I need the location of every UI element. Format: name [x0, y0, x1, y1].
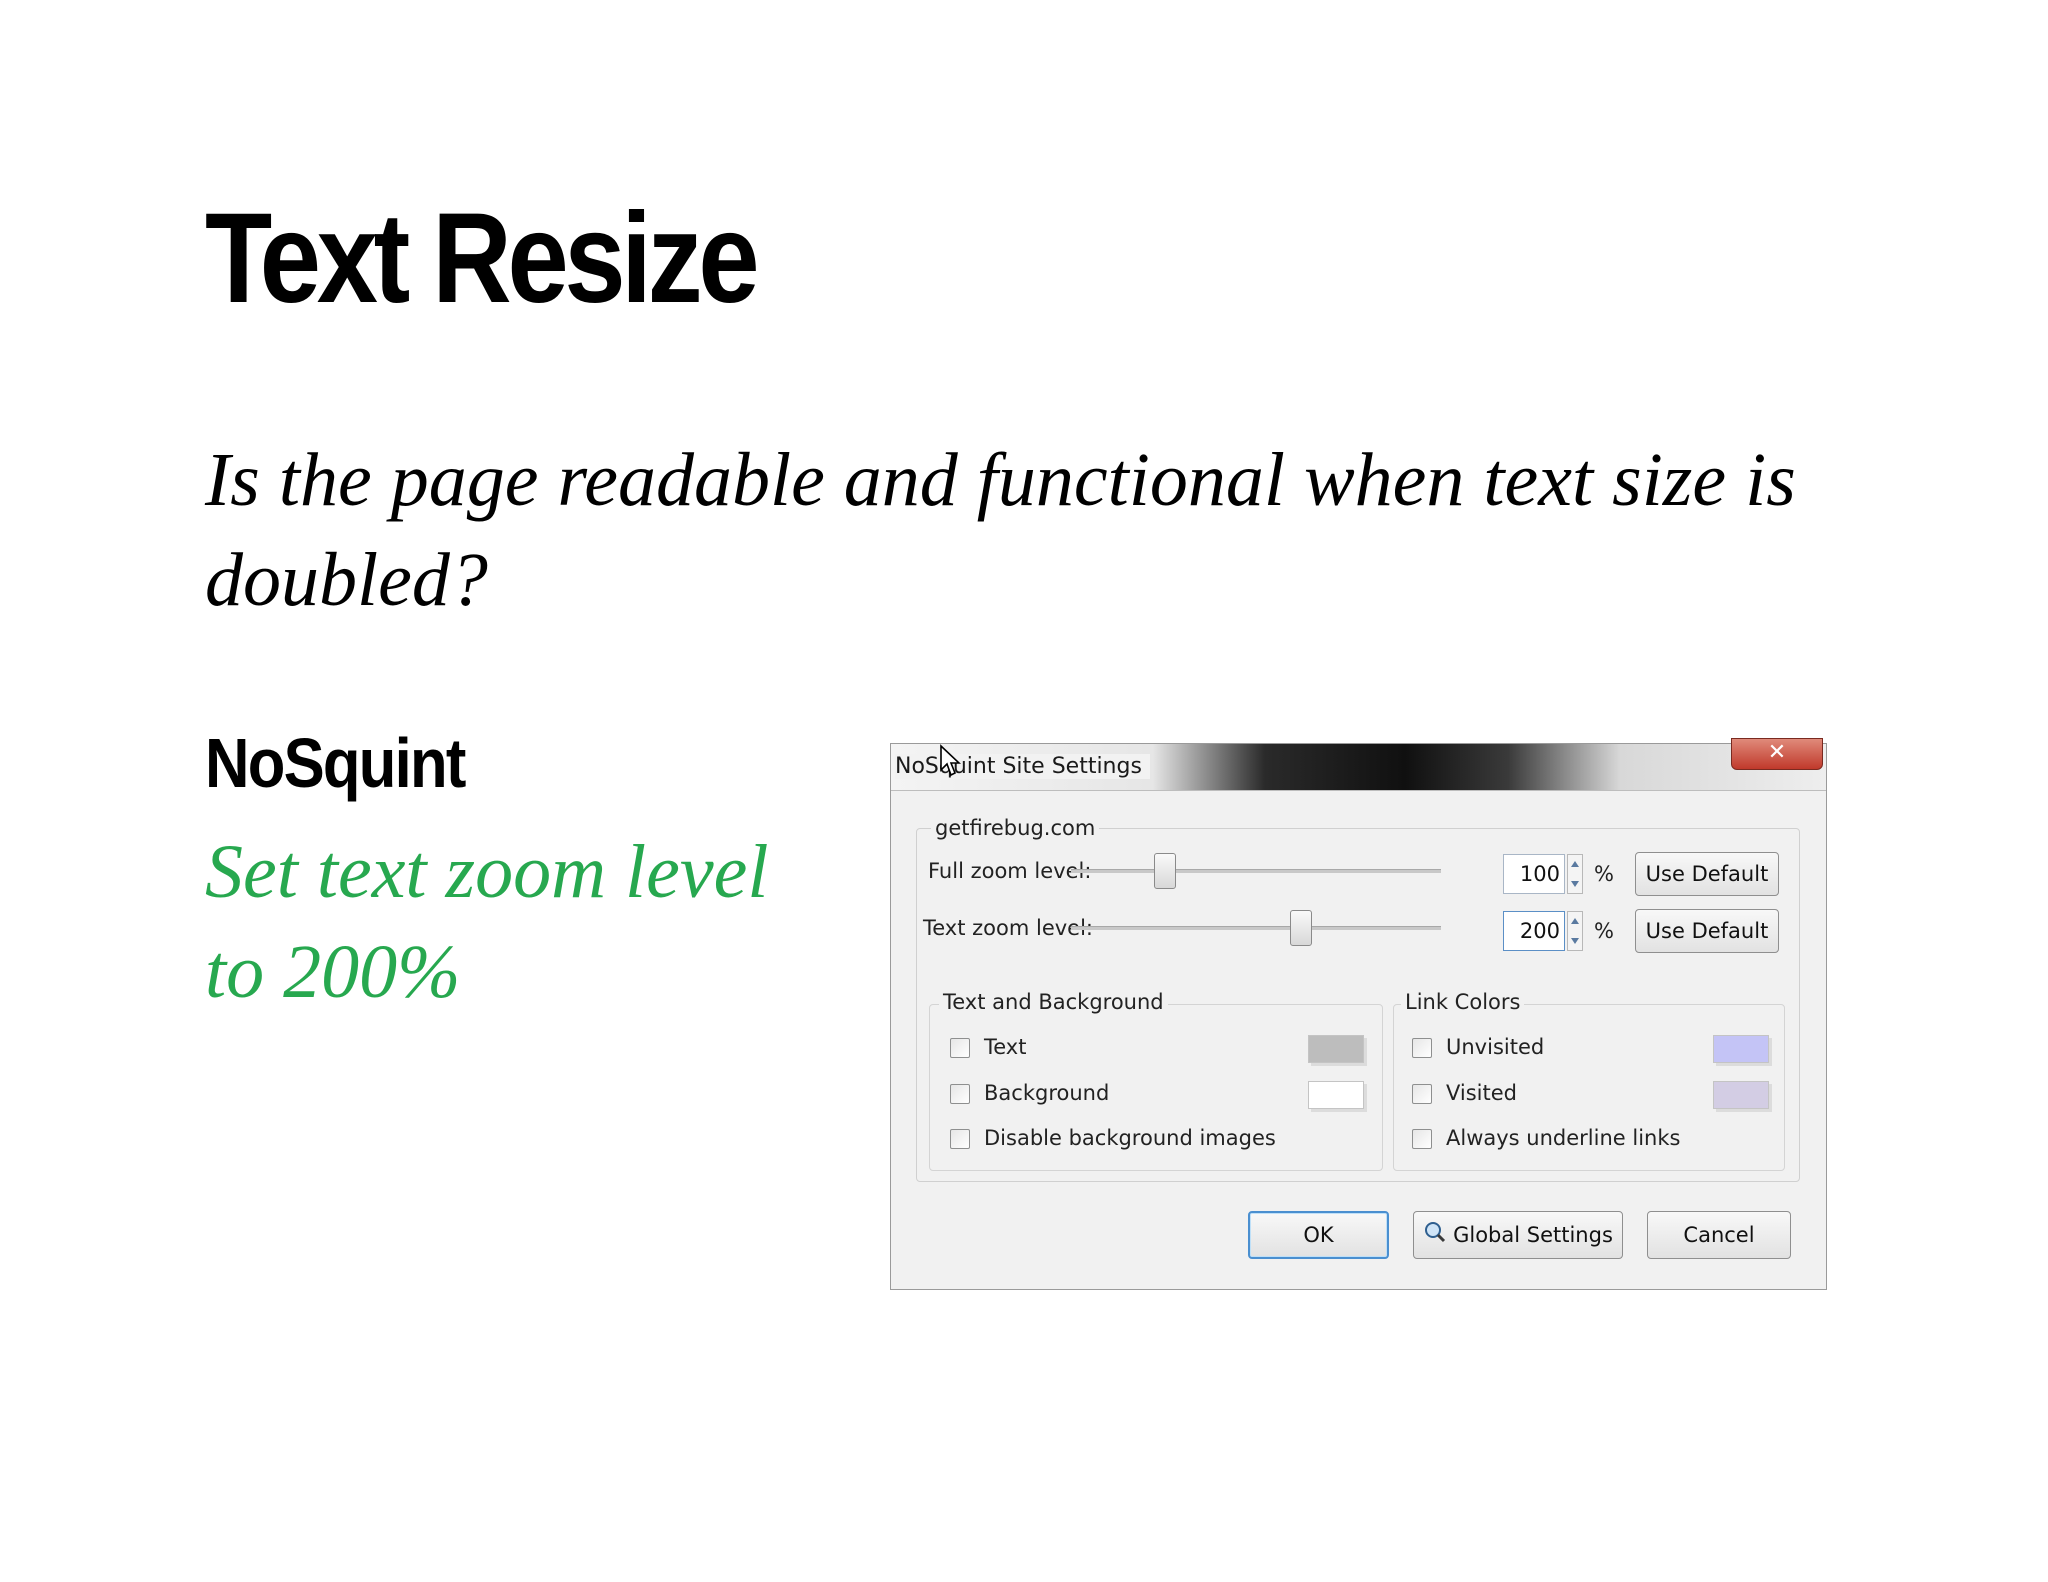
global-settings-button[interactable]: Global Settings [1413, 1211, 1623, 1259]
full-zoom-unit: % [1594, 862, 1614, 886]
text-zoom-spinner[interactable] [1567, 911, 1583, 951]
magnifier-icon [1425, 1222, 1446, 1243]
visited-link-color-swatch[interactable] [1713, 1081, 1769, 1109]
global-settings-label: Global Settings [1453, 1223, 1613, 1247]
text-color-label: Text [984, 1035, 1027, 1059]
text-zoom-slider-thumb[interactable] [1290, 910, 1313, 946]
tool-name: NoSquint [205, 724, 466, 802]
slide-title: Text Resize [205, 187, 760, 330]
site-domain: getfirebug.com [931, 816, 1100, 840]
unvisited-link-checkbox[interactable] [1412, 1038, 1432, 1058]
unvisited-link-label: Unvisited [1446, 1035, 1545, 1059]
visited-link-label: Visited [1446, 1081, 1517, 1105]
full-zoom-spinner[interactable] [1567, 854, 1583, 894]
disable-background-images-label: Disable background images [984, 1126, 1276, 1150]
cancel-button[interactable]: Cancel [1647, 1211, 1791, 1259]
always-underline-links-checkbox[interactable] [1412, 1129, 1432, 1149]
dialog-title: NoSquint Site Settings [895, 754, 1150, 779]
visited-link-checkbox[interactable] [1412, 1084, 1432, 1104]
full-zoom-slider[interactable] [1071, 869, 1441, 873]
full-zoom-use-default-button[interactable]: Use Default [1635, 852, 1779, 896]
background-color-checkbox[interactable] [950, 1084, 970, 1104]
ok-button[interactable]: OK [1248, 1211, 1389, 1259]
text-background-group-title: Text and Background [939, 990, 1168, 1014]
text-zoom-slider[interactable] [1071, 926, 1441, 930]
link-colors-group-title: Link Colors [1401, 990, 1525, 1014]
full-zoom-input[interactable]: 100 [1503, 854, 1565, 894]
unvisited-link-color-swatch[interactable] [1713, 1035, 1769, 1063]
background-color-swatch[interactable] [1308, 1081, 1364, 1109]
background-color-label: Background [984, 1081, 1110, 1105]
nosquint-site-settings-dialog: NoSquint Site Settings ✕ getfirebug.com … [890, 738, 1827, 1290]
text-color-swatch[interactable] [1308, 1035, 1364, 1063]
slide-question: Is the page readable and functional when… [205, 438, 1796, 622]
text-zoom-unit: % [1594, 919, 1614, 943]
text-zoom-input[interactable]: 200 [1503, 911, 1565, 951]
tool-description: Set text zoom level to 200% [205, 830, 769, 1014]
dialog-titlebar[interactable]: NoSquint Site Settings ✕ [891, 738, 1826, 791]
text-color-checkbox[interactable] [950, 1038, 970, 1058]
disable-background-images-checkbox[interactable] [950, 1129, 970, 1149]
mouse-cursor-icon [940, 744, 961, 777]
text-zoom-label: Text zoom level: [923, 916, 1094, 940]
text-zoom-use-default-button[interactable]: Use Default [1635, 909, 1779, 953]
close-button[interactable]: ✕ [1731, 738, 1823, 770]
full-zoom-label: Full zoom level: [928, 859, 1092, 883]
full-zoom-slider-thumb[interactable] [1153, 853, 1176, 889]
always-underline-links-label: Always underline links [1446, 1126, 1681, 1150]
